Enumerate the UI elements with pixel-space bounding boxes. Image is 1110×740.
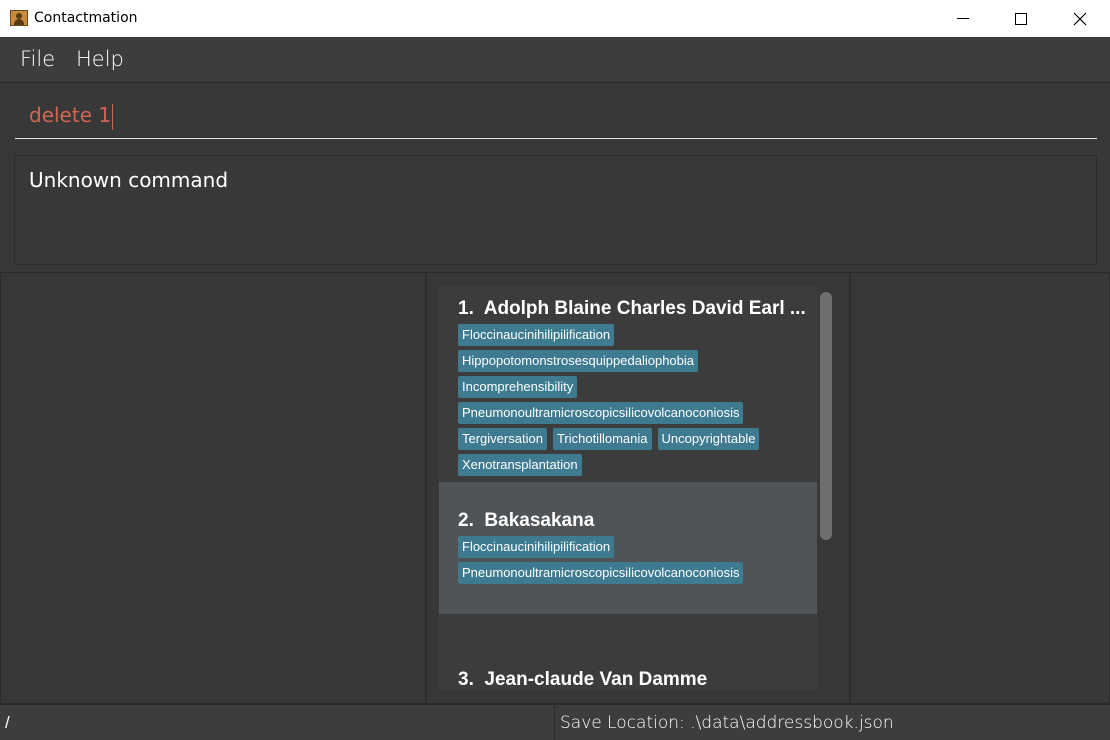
- minimize-icon: [957, 18, 969, 19]
- tag: Incomprehensibility: [458, 376, 578, 398]
- tag: Trichotillomania: [552, 428, 652, 450]
- tag: Xenotransplantation: [458, 454, 582, 476]
- person-card-selected[interactable]: 2. Bakasakana Floccinaucinihilipilificat…: [439, 482, 817, 614]
- title-bar: Contactmation: [0, 0, 1110, 37]
- tag-list: Floccinaucinihilipilification Pneumonoul…: [458, 536, 808, 588]
- menu-file[interactable]: File: [20, 47, 55, 71]
- command-text: delete 1: [29, 103, 112, 127]
- tag: Tergiversation: [458, 428, 547, 450]
- tag: Pneumonoultramicroscopicsilicovolcanocon…: [458, 402, 744, 424]
- tag: Hippopotomonstrosesquippedaliophobia: [458, 350, 699, 372]
- person-card[interactable]: 3. Jean-claude Van Damme: [439, 614, 817, 690]
- close-button[interactable]: [1057, 0, 1103, 37]
- close-icon: [1073, 12, 1087, 25]
- maximize-icon: [1015, 12, 1027, 25]
- left-panel: [0, 272, 426, 704]
- person-name: 1. Adolph Blaine Charles David Earl ...: [458, 298, 806, 319]
- person-list[interactable]: 1. Adolph Blaine Charles David Earl ... …: [439, 286, 817, 690]
- status-bar: / Save Location: .\data\addressbook.json: [0, 704, 1110, 740]
- right-panel: [850, 272, 1110, 704]
- command-box: delete 1: [0, 82, 1110, 147]
- save-location: Save Location: .\data\addressbook.json: [560, 713, 894, 733]
- tag: Pneumonoultramicroscopicsilicovolcanocon…: [458, 562, 744, 584]
- person-card[interactable]: 1. Adolph Blaine Charles David Earl ... …: [439, 286, 817, 482]
- contact-book-icon: [10, 10, 28, 26]
- menu-help[interactable]: Help: [76, 47, 124, 71]
- menu-bar: File Help: [0, 37, 1110, 81]
- result-display: Unknown command: [14, 155, 1097, 265]
- list-scrollbar[interactable]: [819, 290, 833, 542]
- tag-list: Floccinaucinihilipilification Hippopotom…: [458, 324, 808, 480]
- command-input[interactable]: delete 1: [15, 95, 1097, 139]
- maximize-button[interactable]: [998, 0, 1044, 37]
- window-title: Contactmation: [34, 10, 138, 26]
- tag: Uncopyrightable: [657, 428, 760, 450]
- tag: Floccinaucinihilipilification: [458, 324, 615, 346]
- scrollbar-thumb[interactable]: [820, 292, 832, 540]
- person-name: 2. Bakasakana: [458, 510, 595, 531]
- result-message: Unknown command: [29, 168, 229, 192]
- tag: Floccinaucinihilipilification: [458, 536, 615, 558]
- text-caret: [112, 103, 114, 130]
- status-left: /: [0, 705, 555, 740]
- person-name: 3. Jean-claude Van Damme: [458, 669, 708, 690]
- status-path: /: [5, 713, 10, 732]
- minimize-button[interactable]: [940, 0, 986, 37]
